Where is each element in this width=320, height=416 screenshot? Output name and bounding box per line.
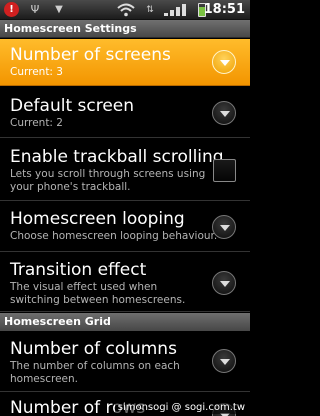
pref-summary: The number of columns on each homescreen… bbox=[10, 360, 180, 385]
chevron-down-icon[interactable] bbox=[212, 271, 236, 295]
pref-summary: Lets you scroll through screens using yo… bbox=[10, 168, 206, 193]
pref-number-of-columns[interactable]: Number of columns The number of columns … bbox=[0, 332, 250, 392]
category-header: Homescreen Grid bbox=[0, 313, 250, 331]
usb-icon: Ψ bbox=[30, 3, 40, 16]
alert-icon: ! bbox=[4, 2, 19, 17]
pref-summary: The visual effect used when switching be… bbox=[10, 281, 186, 306]
trackball-checkbox[interactable] bbox=[213, 159, 236, 182]
signal-icon bbox=[164, 4, 190, 16]
network-icon: ⇅ bbox=[146, 5, 154, 15]
chevron-down-icon[interactable] bbox=[212, 50, 236, 74]
page-title: Homescreen Settings bbox=[0, 20, 250, 38]
wifi-icon bbox=[117, 3, 135, 17]
watermark: simonsogi @ sogi.com.tw bbox=[114, 401, 248, 414]
clock: 18:51 bbox=[203, 2, 245, 17]
pref-number-of-screens[interactable]: Number of screens Current: 3 bbox=[0, 39, 250, 86]
download-icon: ▼ bbox=[55, 4, 63, 15]
chevron-down-icon[interactable] bbox=[212, 101, 236, 125]
pref-trackball-scrolling[interactable]: Enable trackball scrolling Lets you scro… bbox=[0, 139, 250, 201]
chevron-down-icon[interactable] bbox=[212, 349, 236, 373]
chevron-down-icon[interactable] bbox=[212, 215, 236, 239]
status-bar: ! Ψ ▼ ⇅ 18:51 bbox=[0, 0, 250, 20]
pref-homescreen-looping[interactable]: Homescreen looping Choose homescreen loo… bbox=[0, 202, 250, 252]
pref-default-screen[interactable]: Default screen Current: 2 bbox=[0, 87, 250, 138]
pref-transition-effect[interactable]: Transition effect The visual effect used… bbox=[0, 253, 250, 312]
